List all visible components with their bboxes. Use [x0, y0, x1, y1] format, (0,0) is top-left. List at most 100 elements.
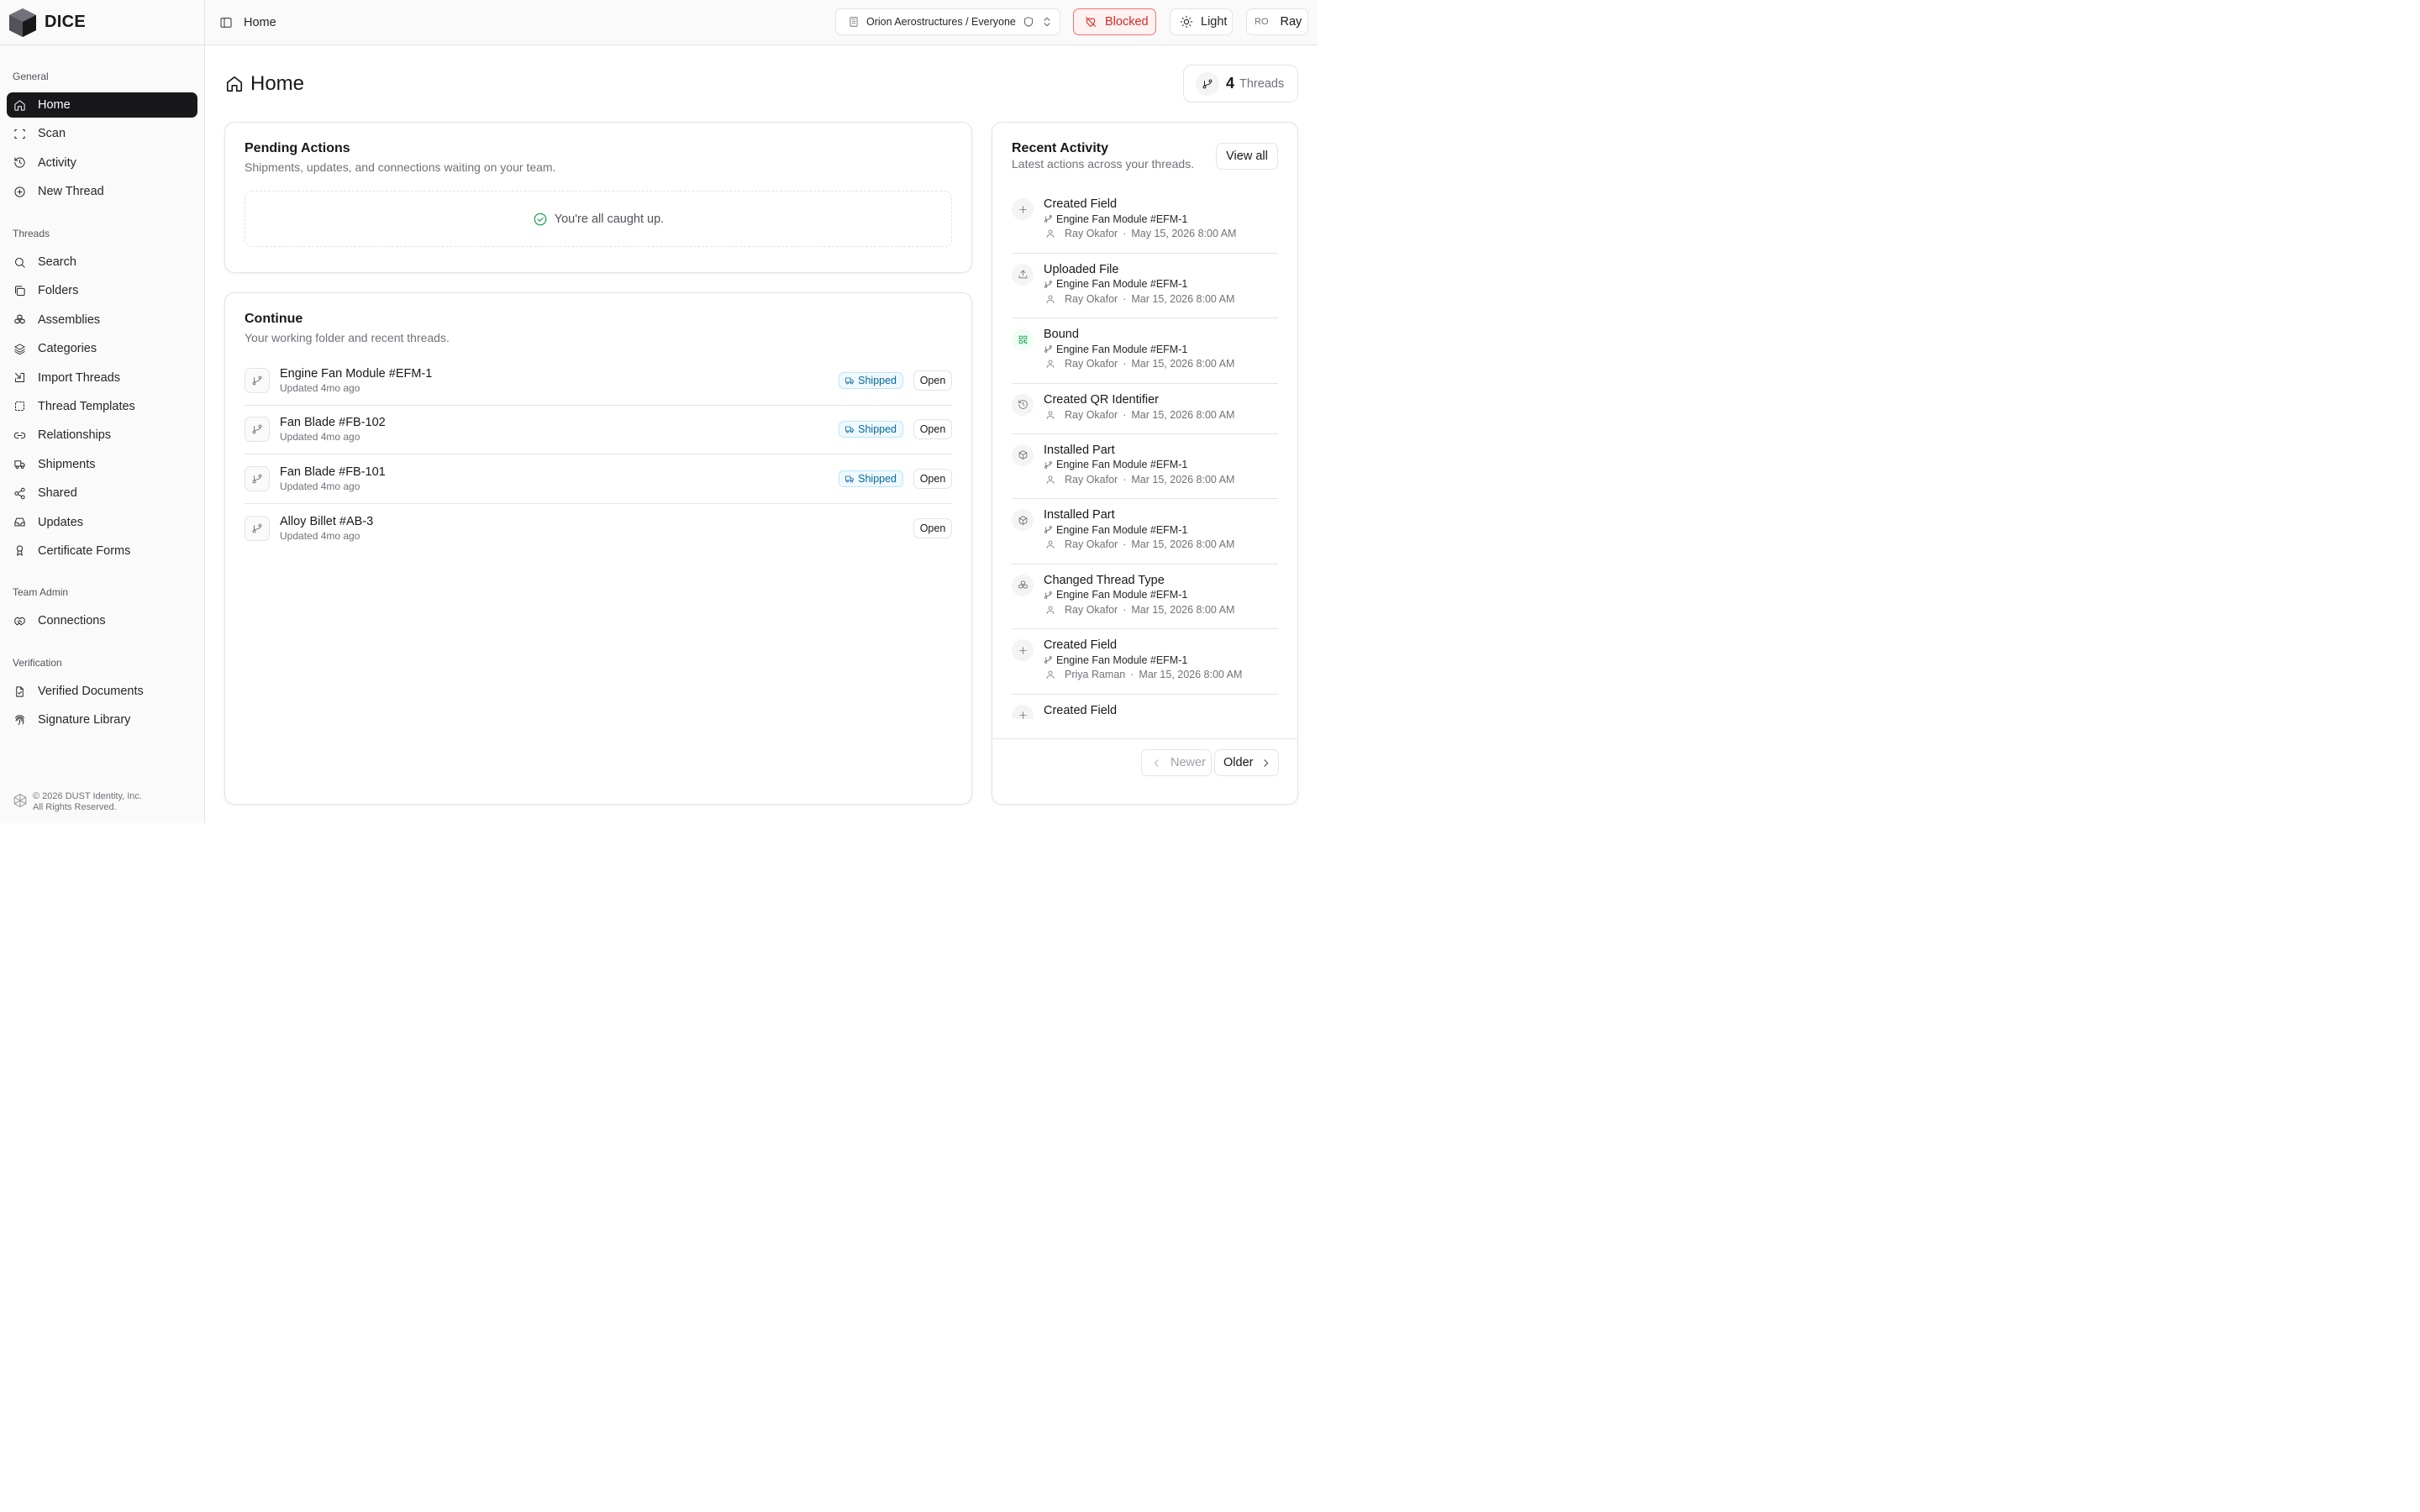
- separator-dot: ·: [1123, 603, 1127, 616]
- sidebar-item-signature-library[interactable]: Signature Library: [7, 707, 197, 732]
- user-icon: [1046, 360, 1055, 368]
- sidebar-item-activity[interactable]: Activity: [7, 150, 197, 176]
- sidebar-item-shared[interactable]: Shared: [7, 480, 197, 506]
- activity-item[interactable]: Created Field Engine Fan Module #EFM-1 P…: [1012, 629, 1278, 695]
- activity-user: Ray Okafor: [1065, 358, 1118, 370]
- card-subtitle: Latest actions across your threads.: [1012, 157, 1195, 171]
- activity-thread[interactable]: Engine Fan Module #EFM-1: [1044, 458, 1234, 472]
- status-badge: Shipped: [839, 421, 903, 438]
- open-button[interactable]: Open: [913, 419, 952, 440]
- sidebar-item-label: Search: [38, 255, 76, 269]
- template-icon: [15, 402, 24, 412]
- view-all-button[interactable]: View all: [1216, 143, 1278, 170]
- brand-name: DICE: [45, 13, 86, 31]
- newer-button[interactable]: Newer: [1141, 749, 1212, 776]
- sidebar-item-certificate-forms[interactable]: Certificate Forms: [7, 538, 197, 564]
- sidebar-item-assemblies[interactable]: Assemblies: [7, 307, 197, 333]
- nav-section-team-admin: Team Admin Connections: [7, 583, 197, 637]
- sidebar-item-updates[interactable]: Updates: [7, 510, 197, 535]
- check-circle-icon: [534, 213, 547, 225]
- upload-icon: [1018, 270, 1027, 279]
- page-title-text: Home: [250, 72, 305, 95]
- activity-date: Mar 15, 2026 8:00 AM: [1131, 292, 1235, 305]
- activity-item[interactable]: Created QR Identifier Ray Okafor · Mar 15,…: [1012, 384, 1278, 434]
- theme-toggle[interactable]: Light: [1170, 8, 1233, 35]
- activity-item[interactable]: Installed Part Engine Fan Module #EFM-1 …: [1012, 434, 1278, 499]
- sidebar-item-home[interactable]: Home: [7, 92, 197, 118]
- section-label-general: General: [13, 71, 49, 82]
- thread-row[interactable]: Alloy Billet #AB-3 Updated 4mo ago Open: [245, 504, 952, 554]
- activity-thread[interactable]: Engine Fan Module #EFM-1: [1044, 342, 1234, 356]
- activity-thread[interactable]: Engine Fan Module #EFM-1: [1044, 653, 1242, 667]
- user-menu[interactable]: RO Ray: [1246, 8, 1308, 35]
- sidebar-item-label: Assemblies: [38, 312, 101, 327]
- sidebar: DICE General Home Scan Activity New Thre…: [0, 0, 205, 823]
- git-branch-icon: [1202, 79, 1213, 88]
- sidebar-item-shipments[interactable]: Shipments: [7, 452, 197, 477]
- activity-user: Ray Okafor: [1065, 603, 1118, 616]
- section-label-team-admin: Team Admin: [13, 586, 69, 598]
- activity-item[interactable]: Created Field Engine Fan Module #EFM-1 R…: [1012, 188, 1278, 254]
- home-icon: [14, 99, 25, 111]
- activity-icon-bg: [1012, 509, 1034, 531]
- status-badge: Shipped: [839, 371, 903, 389]
- thread-row[interactable]: Engine Fan Module #EFM-1 Updated 4mo ago …: [245, 356, 952, 406]
- sidebar-item-search[interactable]: Search: [7, 249, 197, 275]
- activity-item[interactable]: Uploaded File Engine Fan Module #EFM-1 R…: [1012, 254, 1278, 318]
- git-branch-icon: [252, 474, 262, 484]
- activity-item[interactable]: Created Field: [1012, 695, 1278, 719]
- history-icon: [14, 157, 25, 168]
- nav-section-general: General Home Scan Activity New Thread: [7, 67, 197, 208]
- thread-row[interactable]: Fan Blade #FB-101 Updated 4mo ago Shipped…: [245, 454, 952, 504]
- blocked-button[interactable]: Blocked: [1073, 8, 1156, 35]
- activity-thread[interactable]: Engine Fan Module #EFM-1: [1044, 588, 1234, 602]
- thread-updated: Updated 4mo ago: [280, 431, 360, 444]
- open-button[interactable]: Open: [913, 370, 952, 391]
- card-subtitle: Your working folder and recent threads.: [245, 331, 450, 344]
- activity-item[interactable]: Changed Thread Type Engine Fan Module #E…: [1012, 564, 1278, 629]
- sidebar-item-label: Relationships: [38, 428, 112, 443]
- sidebar-item-categories[interactable]: Categories: [7, 336, 197, 361]
- activity-user: Ray Okafor: [1065, 473, 1118, 486]
- git-branch-icon: [1044, 215, 1052, 223]
- blocked-heart-icon: [1086, 17, 1096, 27]
- sidebar-item-label: Updates: [38, 515, 84, 529]
- brand[interactable]: DICE: [0, 0, 204, 45]
- activity-thread[interactable]: Engine Fan Module #EFM-1: [1044, 522, 1234, 537]
- open-button[interactable]: Open: [913, 517, 952, 538]
- sidebar-toggle-icon[interactable]: [219, 16, 233, 29]
- search-icon: [15, 257, 25, 268]
- empty-state-text: You're all caught up.: [554, 212, 665, 226]
- sidebar-item-connections[interactable]: Connections: [7, 608, 197, 633]
- activity-thread[interactable]: Engine Fan Module #EFM-1: [1044, 212, 1236, 226]
- activity-thread-name: Engine Fan Module #EFM-1: [1056, 459, 1188, 470]
- sidebar-item-verified-documents[interactable]: Verified Documents: [7, 679, 197, 704]
- sidebar-item-new-thread[interactable]: New Thread: [7, 179, 197, 204]
- separator-dot: ·: [1130, 669, 1134, 680]
- sidebar-item-folders[interactable]: Folders: [7, 278, 197, 303]
- activity-item[interactable]: Bound Engine Fan Module #EFM-1 Ray Okafo…: [1012, 318, 1278, 384]
- layers-icon: [14, 344, 25, 354]
- sidebar-item-label: Folders: [38, 284, 79, 298]
- threads-count-pill[interactable]: 4 Threads: [1183, 65, 1298, 102]
- sidebar-item-import-threads[interactable]: Import Threads: [7, 365, 197, 391]
- activity-item[interactable]: Installed Part Engine Fan Module #EFM-1 …: [1012, 499, 1278, 564]
- sidebar-item-scan[interactable]: Scan: [7, 121, 197, 146]
- org-switcher[interactable]: Orion Aerostructures / Everyone: [835, 8, 1060, 35]
- sidebar-item-label: Shipments: [38, 457, 96, 471]
- rights-text: All Rights Reserved.: [33, 802, 117, 812]
- older-button[interactable]: Older: [1214, 749, 1279, 776]
- activity-date: Mar 15, 2026 8:00 AM: [1131, 473, 1235, 486]
- thread-updated: Updated 4mo ago: [280, 529, 360, 542]
- activity-thread[interactable]: Engine Fan Module #EFM-1: [1044, 277, 1234, 291]
- activity-date: Mar 15, 2026 8:00 AM: [1131, 408, 1235, 421]
- breadcrumb: Home: [244, 15, 276, 29]
- file-check-icon: [16, 685, 24, 697]
- truck-icon: [845, 426, 855, 433]
- thread-row[interactable]: Fan Blade #FB-102 Updated 4mo ago Shipped…: [245, 406, 952, 454]
- sidebar-footer: © 2026 DUST Identity, Inc. All Rights Re…: [13, 791, 142, 813]
- open-button[interactable]: Open: [913, 468, 952, 489]
- sidebar-item-relationships[interactable]: Relationships: [7, 423, 197, 448]
- sidebar-item-thread-templates[interactable]: Thread Templates: [7, 394, 197, 419]
- sidebar-item-label: Thread Templates: [38, 399, 135, 413]
